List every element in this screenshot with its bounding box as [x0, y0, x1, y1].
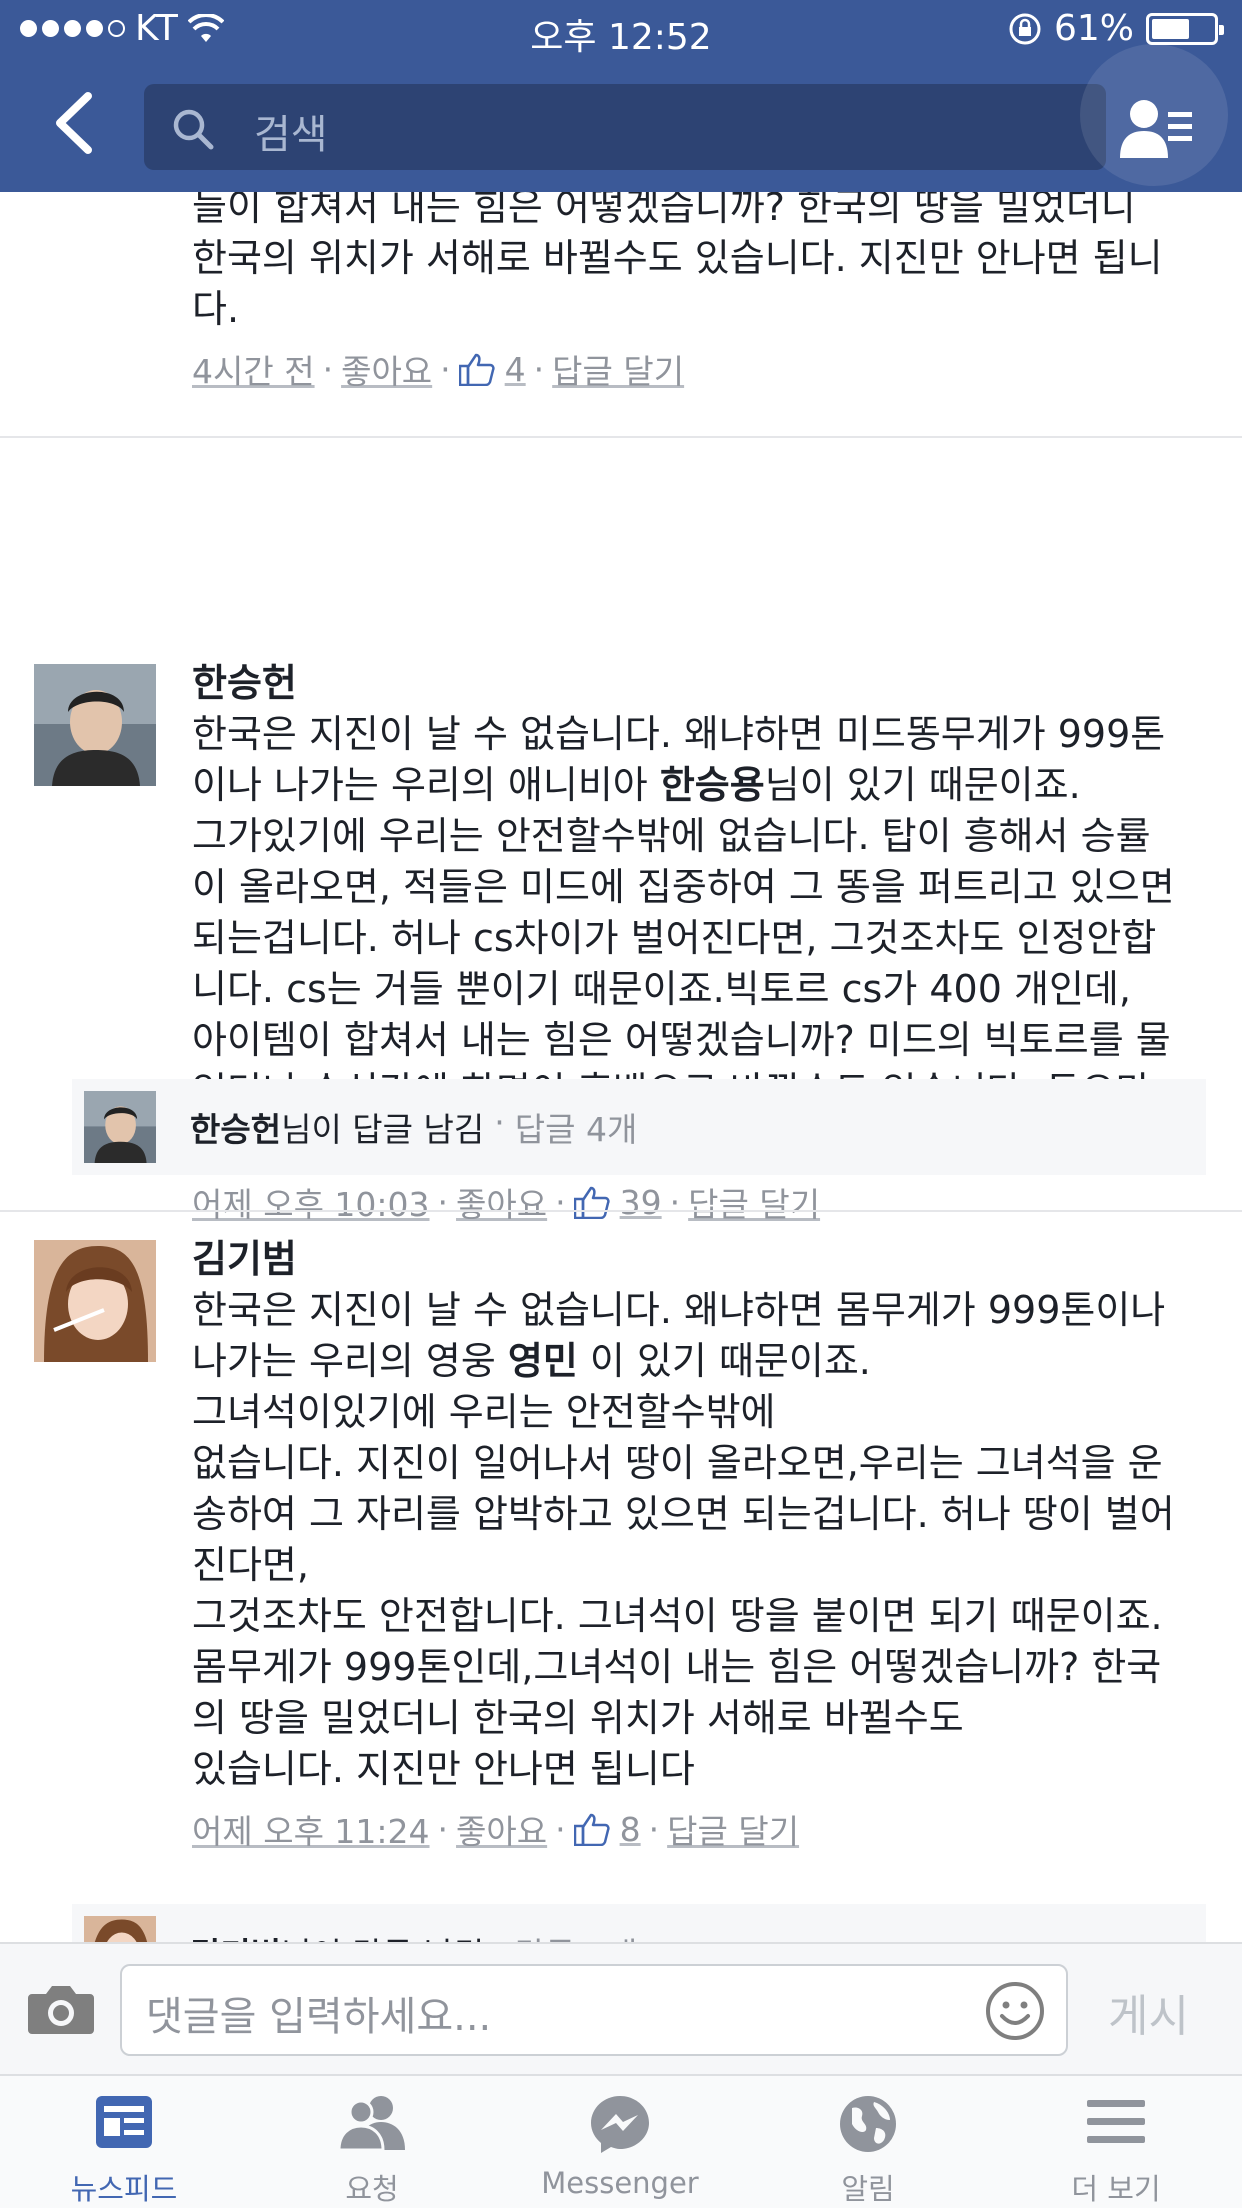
comment-author[interactable]: 김기범 — [192, 1234, 1222, 1285]
search-placeholder: 검색 — [254, 112, 328, 158]
friends-list-button[interactable] — [1080, 44, 1228, 186]
like-button[interactable]: 좋아요 — [341, 345, 432, 393]
reply-button[interactable]: 답글 달기 — [552, 345, 684, 393]
like-button[interactable]: 좋아요 — [456, 1805, 547, 1853]
tab-notifications[interactable]: 알림 — [744, 2076, 992, 2208]
tab-label: 뉴스피드 — [70, 2172, 178, 2206]
reply-author: 김기범 — [190, 1928, 281, 1942]
tab-more[interactable]: 더 보기 — [992, 2076, 1240, 2208]
tab-friend-requests[interactable]: 요청 — [248, 2076, 496, 2208]
top-header: KT 오후 12:52 61% 검색 — [0, 0, 1242, 192]
tab-label: 알림 — [841, 2172, 895, 2206]
comment-composer: 댓글을 입력하세요... 게시 — [0, 1942, 1242, 2074]
mention-link[interactable]: 영민 — [508, 1339, 578, 1383]
like-count[interactable]: 8 — [620, 1810, 641, 1849]
comment-placeholder: 댓글을 입력하세요... — [146, 1994, 492, 2040]
reply-button[interactable]: 답글 달기 — [667, 1805, 799, 1853]
reply-author: 한승헌 — [190, 1110, 282, 1149]
comment-meta: 어제 오후 10:03 · 좋아요 · 39 · 답글 달기 — [192, 1178, 1222, 1226]
avatar — [84, 1916, 156, 1942]
status-bar: KT 오후 12:52 61% — [0, 0, 1242, 60]
comment-meta: 어제 오후 11:24 · 좋아요 · 8 · 답글 달기 — [192, 1805, 1222, 1853]
comment-input[interactable]: 댓글을 입력하세요... — [120, 1964, 1068, 2056]
mention-link[interactable]: 한승용 — [660, 763, 765, 807]
replies-summary[interactable]: 한승헌 님이 답글 남김 · 답글 4개 — [72, 1079, 1206, 1175]
reply-count: 답글 4개 — [515, 1928, 638, 1942]
comment-text: 들이 합쳐서 내는 힘은 어떻겠습니까? 한국의 땅을 밀었더니 한국의 위치가… — [192, 192, 1163, 331]
comment-body: 들이 합쳐서 내는 힘은 어떻겠습니까? 한국의 땅을 밀었더니 한국의 위치가… — [192, 192, 1222, 393]
emoji-icon[interactable] — [984, 1980, 1046, 2042]
camera-icon — [28, 1986, 94, 2034]
globe-icon — [840, 2096, 896, 2152]
status-right: 61% — [1008, 8, 1224, 49]
reply-suffix: 님이 답글 남김 — [281, 1110, 485, 1149]
avatar-photo-icon — [84, 1091, 156, 1163]
avatar[interactable] — [34, 664, 156, 786]
tab-label: 더 보기 — [1071, 2172, 1161, 2206]
like-count[interactable]: 4 — [505, 350, 526, 389]
chevron-left-icon — [56, 92, 92, 154]
avatar-photo-icon — [34, 664, 156, 786]
bottom-tab-bar: 뉴스피드 요청 Messenger 알림 더 보기 — [0, 2074, 1242, 2208]
thumbs-up-icon — [573, 1813, 610, 1846]
thumbs-up-icon — [458, 353, 495, 386]
search-icon — [173, 109, 214, 150]
comment-text: 한국은 지진이 날 수 없습니다. 왜냐하면 몸무게가 999톤이나 나가는 우… — [192, 1285, 1222, 1795]
comment-body: 김기범 한국은 지진이 날 수 없습니다. 왜냐하면 몸무게가 999톤이나 나… — [192, 1234, 1222, 1853]
reply-suffix: 님이 답글 남김 — [281, 1928, 484, 1942]
avatar — [84, 1091, 156, 1163]
tab-label: 요청 — [345, 2172, 399, 2206]
thumbs-up-icon — [573, 1186, 610, 1219]
comment-meta: 4시간 전 · 좋아요 · 4 · 답글 달기 — [192, 345, 1222, 393]
comments-list[interactable]: 들이 합쳐서 내는 힘은 어떻겠습니까? 한국의 땅을 밀었더니 한국의 위치가… — [0, 192, 1242, 1942]
messenger-icon — [591, 2096, 649, 2153]
avatar-photo-icon — [34, 1240, 156, 1362]
reply-count: 답글 4개 — [514, 1110, 638, 1149]
like-count[interactable]: 39 — [620, 1183, 662, 1222]
battery-percent: 61% — [1053, 8, 1134, 49]
search-input[interactable]: 검색 — [144, 84, 1106, 170]
post-button[interactable]: 게시 — [1108, 1980, 1189, 2044]
comment-time[interactable]: 어제 오후 11:24 — [192, 1805, 430, 1853]
tab-newsfeed[interactable]: 뉴스피드 — [0, 2076, 248, 2208]
tab-messenger[interactable]: Messenger — [496, 2076, 744, 2208]
tab-label: Messenger — [541, 2166, 699, 2200]
avatar[interactable] — [34, 1240, 156, 1362]
avatar-photo-icon — [84, 1916, 156, 1942]
comment-text-part: 이 있기 때문이죠. 그녀석이있기에 우리는 안전할수밖에 없습니다. 지진이 … — [192, 1339, 1175, 1791]
friend-requests-icon — [337, 2096, 405, 2150]
newsfeed-icon — [96, 2096, 152, 2148]
replies-summary[interactable]: 김기범 님이 답글 남김 · 답글 4개 — [72, 1904, 1206, 1942]
back-button[interactable] — [48, 88, 108, 164]
comment-time[interactable]: 4시간 전 — [192, 345, 315, 393]
replies-summary-text: 김기범 님이 답글 남김 · 답글 4개 — [190, 1928, 637, 1942]
contacts-icon — [1120, 100, 1192, 158]
replies-summary-text: 한승헌 님이 답글 남김 · 답글 4개 — [190, 1103, 638, 1149]
like-button[interactable]: 좋아요 — [456, 1178, 547, 1226]
battery-icon — [1146, 12, 1224, 45]
divider — [0, 436, 1242, 438]
camera-button[interactable] — [26, 1982, 96, 2040]
comment-time[interactable]: 어제 오후 10:03 — [192, 1178, 430, 1226]
rotation-lock-icon — [1009, 13, 1041, 44]
menu-icon — [1087, 2100, 1145, 2143]
divider — [0, 1210, 1242, 1212]
comment-author[interactable]: 한승헌 — [192, 658, 1222, 709]
reply-button[interactable]: 답글 달기 — [688, 1178, 820, 1226]
